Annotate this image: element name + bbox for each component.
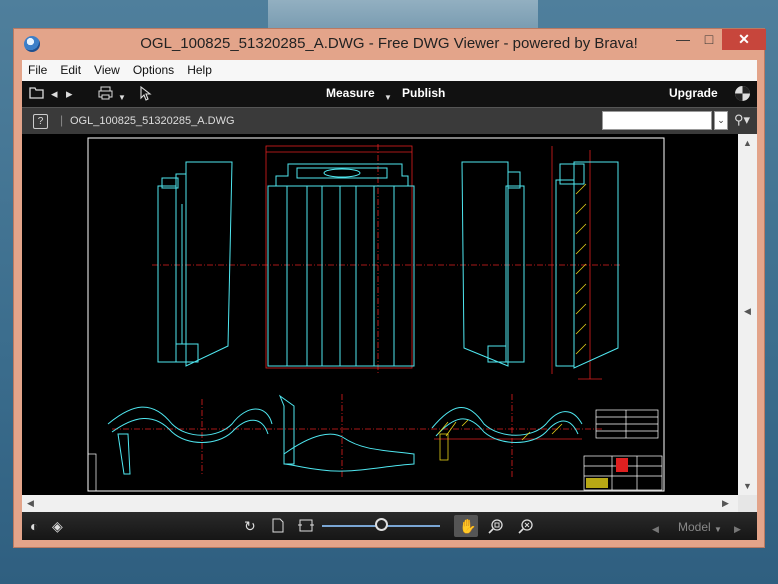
menu-edit[interactable]: Edit bbox=[54, 60, 88, 81]
minimize-button[interactable]: — bbox=[670, 29, 696, 50]
brava-logo-icon[interactable] bbox=[734, 85, 751, 106]
zoom-slider-thumb[interactable] bbox=[374, 518, 388, 531]
desktop-background bbox=[268, 0, 538, 28]
next-layout-icon[interactable]: ▶ bbox=[734, 521, 741, 537]
rotate-icon[interactable]: ↻ bbox=[244, 518, 256, 534]
pan-hand-icon[interactable]: ✋ bbox=[459, 518, 476, 534]
measure-button[interactable]: Measure bbox=[326, 86, 375, 100]
page-icon[interactable] bbox=[272, 518, 284, 536]
upgrade-button[interactable]: Upgrade bbox=[669, 86, 718, 100]
layers-icon[interactable]: ◈ bbox=[52, 518, 63, 534]
horizontal-scrollbar[interactable]: ◀ ▶ bbox=[22, 495, 738, 512]
search-input[interactable] bbox=[602, 111, 712, 130]
prev-layout-icon[interactable]: ◀ bbox=[652, 521, 659, 537]
publish-button[interactable]: Publish bbox=[402, 86, 445, 100]
document-bar: ? | OGL_100825_51320285_A.DWG ⌄ ⚲▾ bbox=[22, 107, 757, 135]
scroll-up-icon[interactable]: ▲ bbox=[743, 138, 752, 148]
main-toolbar: ◂ ▸ ▼ Measure ▼ Publish Upgrade bbox=[22, 81, 757, 107]
divider: | bbox=[60, 113, 64, 127]
view-toolbar: ◐ ◈ ↻ ✋ ◀ Model ▼ ▶ bbox=[22, 512, 757, 540]
close-button[interactable]: ✕ bbox=[722, 29, 766, 50]
layout-dropdown-icon[interactable]: ▼ bbox=[714, 522, 722, 538]
scroll-right-icon[interactable]: ▶ bbox=[722, 498, 729, 508]
document-name: OGL_100825_51320285_A.DWG bbox=[70, 115, 235, 127]
pointer-icon[interactable] bbox=[140, 85, 152, 105]
contrast-icon[interactable]: ◐ bbox=[30, 518, 38, 534]
scroll-left-icon[interactable]: ◀ bbox=[27, 498, 34, 508]
title-bar[interactable]: OGL_100825_51320285_A.DWG - Free DWG Vie… bbox=[14, 29, 766, 60]
back-arrow-icon[interactable]: ◂ bbox=[51, 86, 58, 102]
maximize-button[interactable]: □ bbox=[696, 29, 722, 50]
layout-tab-model[interactable]: Model bbox=[678, 520, 711, 534]
forward-arrow-icon[interactable]: ▸ bbox=[66, 86, 73, 102]
scroll-down-icon[interactable]: ▼ bbox=[743, 481, 752, 491]
app-window: OGL_100825_51320285_A.DWG - Free DWG Vie… bbox=[13, 28, 766, 548]
cad-drawing bbox=[87, 137, 665, 492]
measure-dropdown-icon[interactable]: ▼ bbox=[384, 90, 392, 106]
print-dropdown-icon[interactable]: ▼ bbox=[118, 90, 126, 106]
scroll-thumb-icon[interactable]: ◀ bbox=[744, 306, 751, 316]
menu-bar: File Edit View Options Help bbox=[22, 60, 757, 81]
menu-options[interactable]: Options bbox=[127, 60, 181, 81]
open-folder-icon[interactable] bbox=[29, 86, 44, 103]
print-icon[interactable] bbox=[98, 86, 113, 104]
search-dropdown-icon[interactable]: ⌄ bbox=[714, 111, 728, 130]
help-icon[interactable]: ? bbox=[33, 114, 48, 129]
scrollbar-corner bbox=[738, 495, 757, 512]
fit-icon[interactable] bbox=[298, 518, 314, 536]
menu-help[interactable]: Help bbox=[181, 60, 219, 81]
search-icon[interactable]: ⚲▾ bbox=[734, 112, 750, 128]
menu-view[interactable]: View bbox=[88, 60, 127, 81]
drawing-canvas[interactable] bbox=[22, 134, 738, 495]
window-title: OGL_100825_51320285_A.DWG - Free DWG Vie… bbox=[140, 35, 638, 52]
zoom-window-icon[interactable] bbox=[488, 518, 505, 537]
zoom-extents-icon[interactable] bbox=[518, 518, 535, 537]
vertical-scrollbar[interactable]: ▲ ◀ ▼ bbox=[738, 134, 757, 495]
menu-file[interactable]: File bbox=[22, 60, 54, 81]
